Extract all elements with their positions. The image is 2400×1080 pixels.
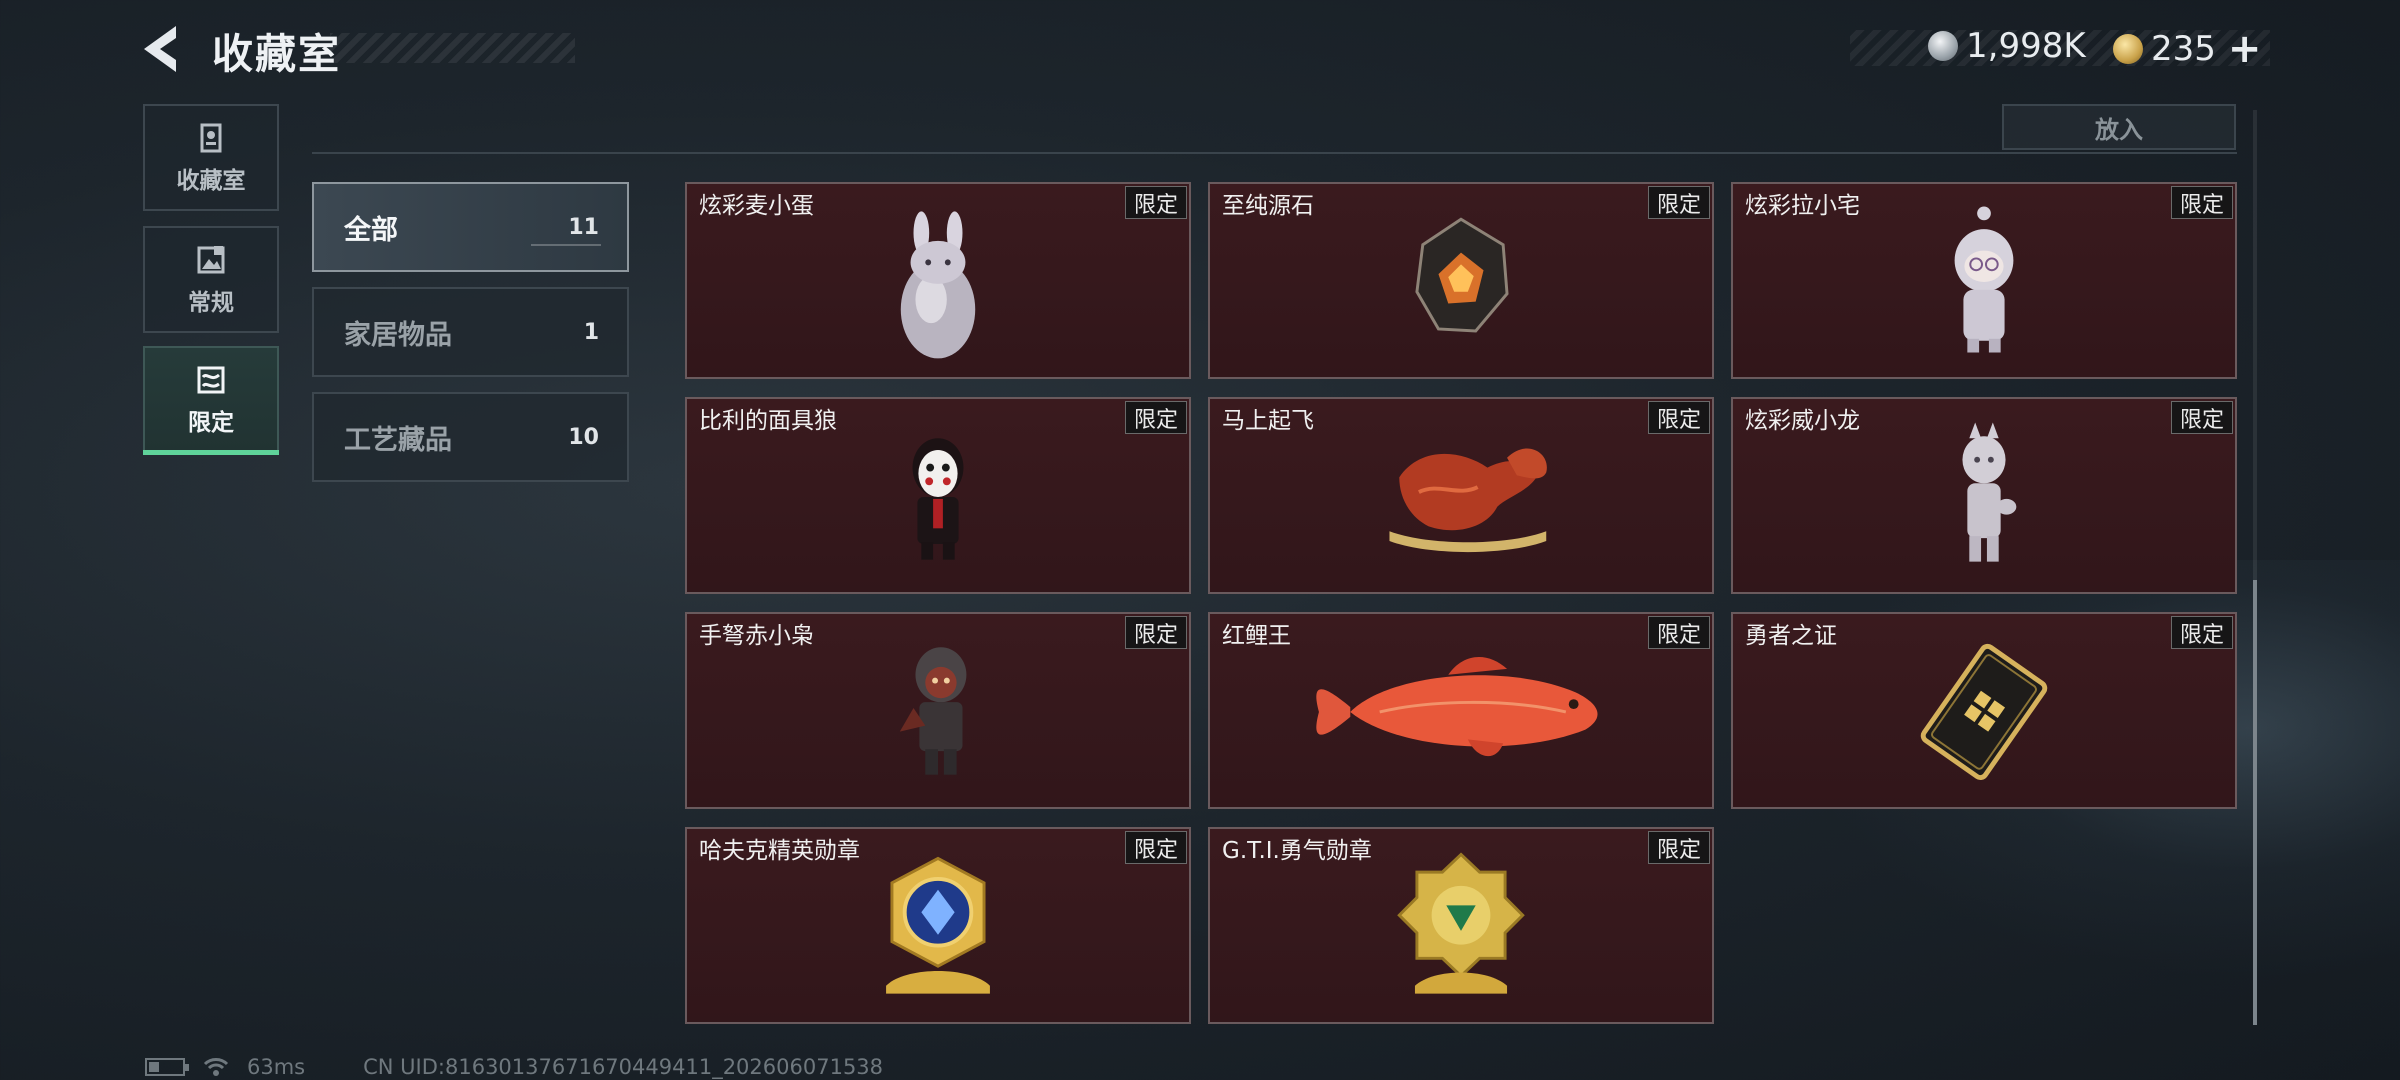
category-label: 家居物品 — [344, 319, 452, 351]
item-name: 炫彩麦小蛋 — [699, 193, 814, 219]
category-all[interactable]: 全部 11 — [312, 182, 629, 272]
wifi-icon — [203, 1058, 229, 1076]
limited-tag: 限定 — [1647, 616, 1710, 649]
item-card[interactable]: 炫彩威小龙 限定 — [1731, 397, 2237, 594]
limited-tag: 限定 — [2170, 401, 2233, 434]
limited-tag: 限定 — [2170, 186, 2233, 219]
page-title: 收藏室 — [212, 30, 341, 78]
limited-tag: 限定 — [1124, 831, 1187, 864]
nav-label: 限定 — [188, 409, 234, 436]
category-count: 1 — [583, 319, 599, 345]
status-footer: 63ms CN UID:816301376716704494​11_202606… — [145, 1055, 883, 1079]
scrollbar-thumb[interactable] — [2253, 580, 2257, 1025]
item-card[interactable]: G.T.I.勇气勋章 限定 — [1208, 827, 1714, 1024]
battery-icon — [145, 1058, 189, 1076]
item-card[interactable]: 勇者之证 限定 — [1731, 612, 2237, 809]
item-name: 比利的面具狼 — [699, 408, 837, 434]
silver-currency: 1,998K — [1928, 26, 2086, 66]
limited-tag: 限定 — [1647, 831, 1710, 864]
item-name: 炫彩威小龙 — [1745, 408, 1860, 434]
nav-item-collection[interactable]: 收藏室 — [143, 104, 279, 211]
category-count: 11 — [568, 214, 599, 240]
item-name: G.T.I.勇气勋章 — [1222, 838, 1372, 864]
gold-amount: 235 — [2151, 29, 2216, 69]
item-name: 炫彩拉小宅 — [1745, 193, 1860, 219]
back-arrow-icon — [144, 26, 176, 72]
category-label: 工艺藏品 — [344, 424, 452, 456]
item-name: 红鲤王 — [1222, 623, 1291, 649]
back-button[interactable] — [140, 22, 190, 76]
category-crafts[interactable]: 工艺藏品 10 — [312, 392, 629, 482]
item-card[interactable]: 炫彩拉小宅 限定 — [1731, 182, 2237, 379]
nav-item-regular[interactable]: 常规 — [143, 226, 279, 333]
gold-coin-icon — [2113, 34, 2143, 64]
item-card[interactable]: 手弩赤小枭 限定 — [685, 612, 1191, 809]
silver-amount: 1,998K — [1966, 26, 2086, 66]
limited-tag: 限定 — [1647, 401, 1710, 434]
item-card[interactable]: 至纯源石 限定 — [1208, 182, 1714, 379]
regular-icon — [197, 245, 225, 273]
category-home-items[interactable]: 家居物品 1 — [312, 287, 629, 377]
nav-item-limited[interactable]: 限定 — [143, 346, 279, 455]
limited-tag: 限定 — [1647, 186, 1710, 219]
item-card[interactable]: 炫彩麦小蛋 限定 — [685, 182, 1191, 379]
item-card[interactable]: 比利的面具狼 限定 — [685, 397, 1191, 594]
nav-label: 收藏室 — [176, 167, 246, 194]
silver-coin-icon — [1928, 31, 1958, 61]
list-divider — [312, 152, 2237, 154]
limited-tag: 限定 — [1124, 401, 1187, 434]
put-in-button[interactable]: 放入 — [2002, 104, 2236, 150]
item-name: 至纯源石 — [1222, 193, 1314, 219]
limited-tag: 限定 — [1124, 186, 1187, 219]
ping-value: 63ms — [247, 1055, 306, 1079]
category-label: 全部 — [344, 214, 398, 246]
category-count: 10 — [568, 424, 599, 450]
gold-currency: 235 + — [2113, 26, 2261, 72]
limited-tag: 限定 — [2170, 616, 2233, 649]
limited-tag: 限定 — [1124, 616, 1187, 649]
nav-label: 常规 — [188, 289, 234, 316]
add-currency-button[interactable]: + — [2228, 26, 2262, 72]
item-card[interactable]: 哈夫克精英勋章 限定 — [685, 827, 1191, 1024]
title-stripe — [330, 33, 575, 63]
item-card[interactable]: 马上起飞 限定 — [1208, 397, 1714, 594]
item-name: 手弩赤小枭 — [699, 623, 814, 649]
item-name: 马上起飞 — [1222, 408, 1314, 434]
collection-icon — [200, 123, 222, 152]
limited-icon — [197, 366, 225, 393]
item-card[interactable]: 红鲤王 限定 — [1208, 612, 1714, 809]
item-name: 勇者之证 — [1745, 623, 1837, 649]
uid-text: CN UID:816301376716704494​11_20260607153… — [363, 1055, 884, 1079]
item-name: 哈夫克精英勋章 — [699, 838, 860, 864]
